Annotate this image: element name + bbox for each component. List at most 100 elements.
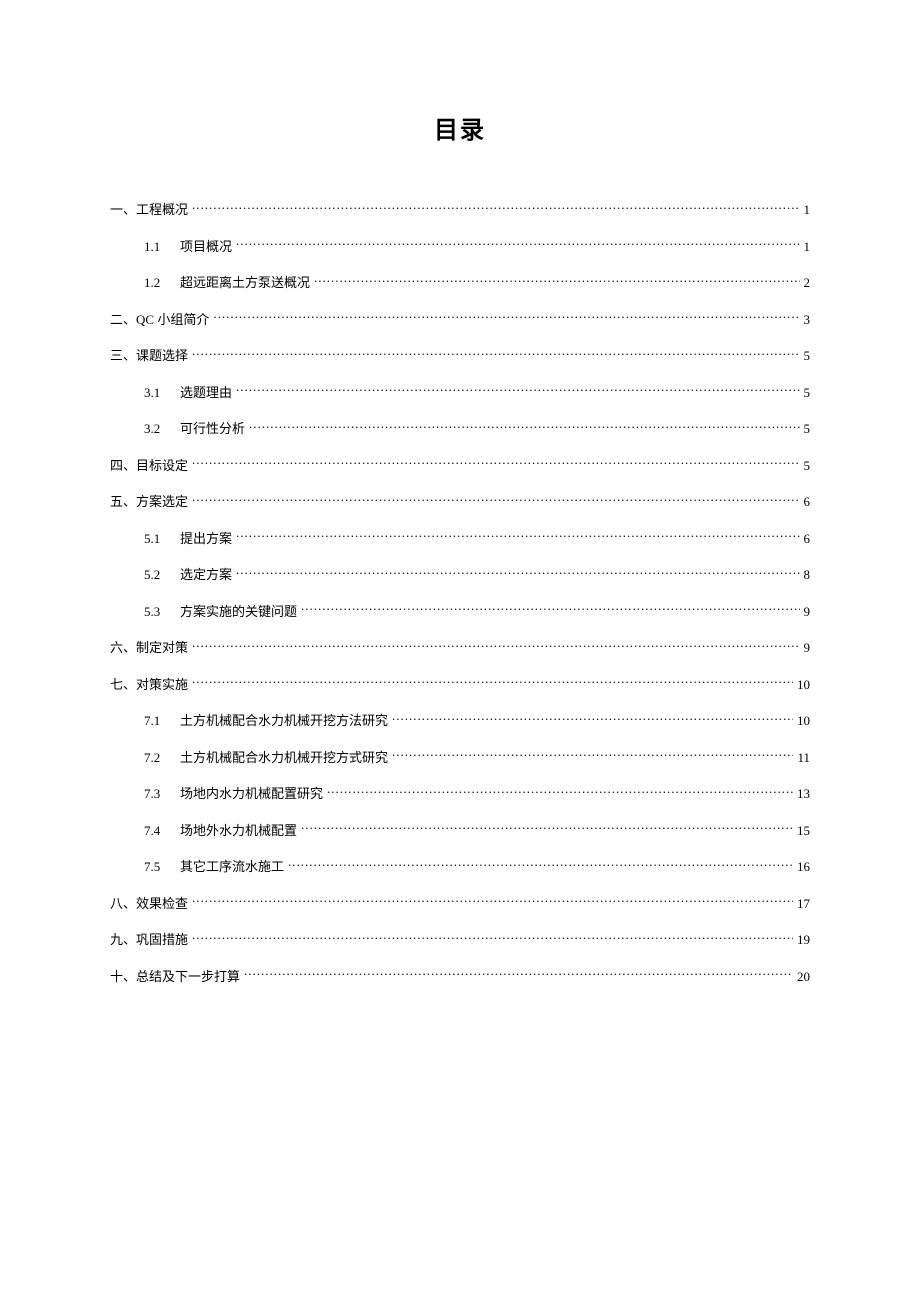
toc-page-number: 11 [793,748,810,768]
toc-number: 5.1 [144,529,180,549]
toc-heading: 八、效果检查 [110,894,192,914]
toc-entry[interactable]: 7.5其它工序流水施工16 [110,857,810,877]
toc-page-number: 9 [800,638,811,658]
toc-leader-dots [192,457,799,470]
toc-entry[interactable]: 十、总结及下一步打算 20 [110,967,810,987]
toc-page-number: 5 [800,419,811,439]
toc-number: 一、 [110,202,136,217]
toc-label: 超远距离土方泵送概况 [180,273,314,293]
toc-leader-dots [192,639,799,652]
toc-label: 课题选择 [136,348,188,363]
toc-page-number: 6 [800,529,811,549]
toc-number: 六、 [110,640,136,655]
toc-entry[interactable]: 7.1土方机械配合水力机械开挖方法研究10 [110,711,810,731]
toc-number: 5.3 [144,602,180,622]
toc-page-number: 10 [793,711,810,731]
toc-leader-dots [192,493,799,506]
toc-page-number: 3 [800,310,811,330]
toc-page-number: 20 [793,967,810,987]
toc-leader-dots [192,347,799,360]
toc-number: 3.1 [144,383,180,403]
toc-number: 1.1 [144,237,180,257]
toc-label: 选定方案 [180,565,236,585]
toc-heading: 三、课题选择 [110,346,192,366]
toc-entry[interactable]: 八、效果检查 17 [110,894,810,914]
toc-leader-dots [192,931,793,944]
toc-page-number: 5 [800,383,811,403]
toc-leader-dots [301,603,799,616]
toc-number: 7.4 [144,821,180,841]
toc-label: 工程概况 [136,202,188,217]
toc-leader-dots [392,749,793,762]
toc-page-number: 1 [800,237,811,257]
toc-leader-dots [192,676,793,689]
toc-heading: 六、制定对策 [110,638,192,658]
toc-page-number: 5 [800,456,811,476]
toc-number: 十、 [110,969,136,984]
toc-number: 七、 [110,677,136,692]
toc-entry[interactable]: 5.2选定方案 8 [110,565,810,585]
toc-entry[interactable]: 5.3方案实施的关键问题 9 [110,602,810,622]
toc-number: 三、 [110,348,136,363]
toc-label: 总结及下一步打算 [136,969,240,984]
toc-leader-dots [192,895,793,908]
toc-heading: 十、总结及下一步打算 [110,967,244,987]
toc-heading: 一、工程概况 [110,200,192,220]
toc-number: 3.2 [144,419,180,439]
toc-heading: 七、对策实施 [110,675,192,695]
toc-label: 效果检查 [136,896,188,911]
toc-page-number: 17 [793,894,810,914]
toc-entry[interactable]: 7.2土方机械配合水力机械开挖方式研究 11 [110,748,810,768]
toc-page-number: 1 [800,200,811,220]
toc-entry[interactable]: 7.3场地内水力机械配置研究13 [110,784,810,804]
toc-label: 提出方案 [180,529,236,549]
toc-label: 制定对策 [136,640,188,655]
toc-entry[interactable]: 七、对策实施10 [110,675,810,695]
toc-entry[interactable]: 7.4场地外水力机械配置15 [110,821,810,841]
toc-page-number: 9 [800,602,811,622]
toc-number: 1.2 [144,273,180,293]
toc-label: 土方机械配合水力机械开挖方式研究 [180,748,392,768]
toc-label: 场地外水力机械配置 [180,821,301,841]
toc-entry[interactable]: 六、制定对策 9 [110,638,810,658]
toc-number: 5.2 [144,565,180,585]
toc-entry[interactable]: 九、巩固措施 19 [110,930,810,950]
toc-number: 7.3 [144,784,180,804]
toc-entry[interactable]: 三、课题选择5 [110,346,810,366]
toc-leader-dots [314,274,799,287]
toc-leader-dots [236,384,799,397]
toc-entry[interactable]: 二、QC 小组简介 3 [110,310,810,330]
toc-label: 巩固措施 [136,932,188,947]
toc-page-number: 8 [800,565,811,585]
toc-page-number: 19 [793,930,810,950]
toc-number: 九、 [110,932,136,947]
toc-page-number: 16 [793,857,810,877]
toc-leader-dots [236,530,799,543]
toc-label: 可行性分析 [180,419,249,439]
toc-leader-dots [249,420,799,433]
toc-number: 四、 [110,458,136,473]
toc-entry[interactable]: 一、工程概况 1 [110,200,810,220]
toc-entry[interactable]: 1.2超远距离土方泵送概况2 [110,273,810,293]
toc-label: QC 小组简介 [136,312,209,327]
toc-label: 其它工序流水施工 [180,857,288,877]
table-of-contents: 一、工程概况11.1项目概况11.2超远距离土方泵送概况2二、QC 小组简介3三… [110,200,810,986]
toc-number: 二、 [110,312,136,327]
toc-leader-dots [236,566,799,579]
toc-entry[interactable]: 3.1选题理由 5 [110,383,810,403]
toc-label: 方案实施的关键问题 [180,602,301,622]
toc-label: 对策实施 [136,677,188,692]
toc-number: 7.2 [144,748,180,768]
toc-label: 选题理由 [180,383,236,403]
toc-number: 五、 [110,494,136,509]
toc-entry[interactable]: 1.1项目概况1 [110,237,810,257]
toc-leader-dots [392,712,793,725]
toc-entry[interactable]: 3.2可行性分析 5 [110,419,810,439]
toc-entry[interactable]: 四、目标设定5 [110,456,810,476]
page-title: 目录 [110,110,810,145]
toc-page-number: 6 [800,492,811,512]
toc-page-number: 13 [793,784,810,804]
toc-leader-dots [327,785,793,798]
toc-entry[interactable]: 5.1提出方案 6 [110,529,810,549]
toc-entry[interactable]: 五、方案选定6 [110,492,810,512]
